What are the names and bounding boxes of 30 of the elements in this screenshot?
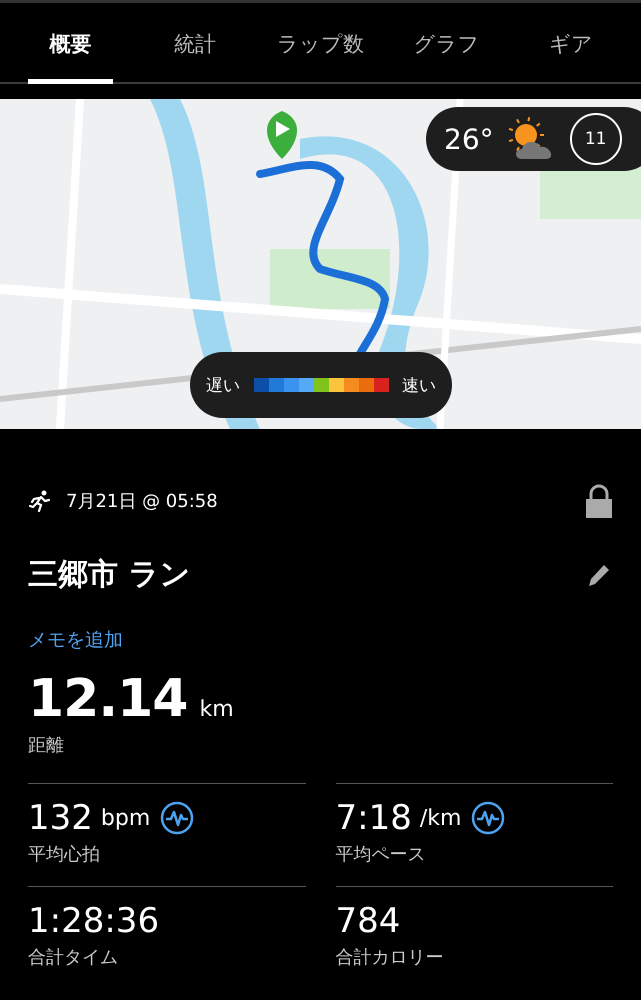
legend-label: 速い xyxy=(402,374,436,396)
tab[interactable]: ギア xyxy=(528,3,613,84)
stat-label: 合計カロリー xyxy=(336,946,444,969)
tab[interactable]: グラフ xyxy=(404,3,488,84)
stat-unit: bpm xyxy=(100,806,150,830)
activity-date: 7月21日 @ 05:58 xyxy=(66,490,218,513)
stat-value: 132 xyxy=(28,798,93,838)
distance-label: 距離 xyxy=(28,734,65,757)
tab[interactable]: 統計 xyxy=(152,3,237,84)
distance-value: 12.14 xyxy=(28,669,188,729)
pulse-icon[interactable] xyxy=(160,801,194,835)
distance-unit: km xyxy=(199,697,234,722)
stat-label: 合計タイム xyxy=(28,946,119,969)
add-note-link[interactable]: メモを追加 xyxy=(28,627,123,653)
tab[interactable]: ラップ数 xyxy=(277,3,364,84)
stat-value: 784 xyxy=(336,901,400,941)
stat-label: 平均ペース xyxy=(336,843,426,866)
pulse-icon[interactable] xyxy=(471,801,506,835)
wind-speed: 11 xyxy=(584,129,606,149)
stat-label: 平均心拍 xyxy=(28,843,101,866)
tab[interactable]: 概要 xyxy=(28,3,112,84)
stat-unit: /km xyxy=(420,806,462,830)
pencil-icon[interactable] xyxy=(587,562,611,586)
activity-title: 三郷市 ラン xyxy=(28,556,190,594)
lock-icon[interactable] xyxy=(585,484,613,518)
stat-value: 7:18 xyxy=(336,798,412,838)
runner-icon xyxy=(28,489,52,513)
stat-value: 1:28:36 xyxy=(28,901,160,941)
temperature: 26° xyxy=(444,122,494,156)
legend-label: 遅い xyxy=(206,374,240,396)
